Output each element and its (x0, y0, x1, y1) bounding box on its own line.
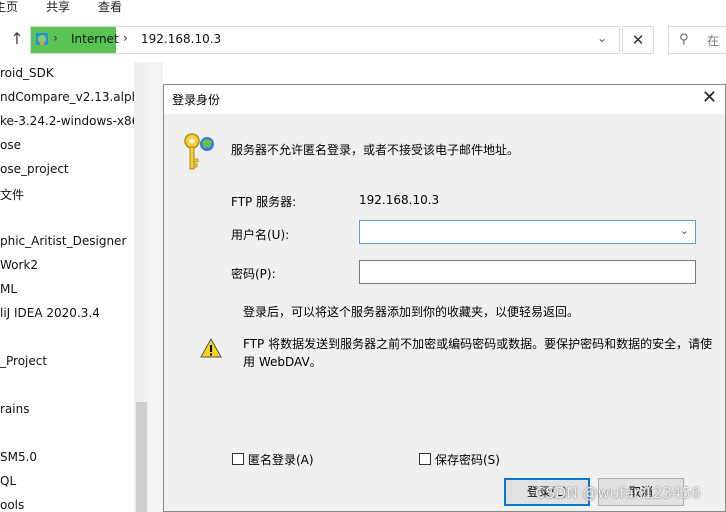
nav-item[interactable]: rains (0, 402, 29, 416)
content-background (149, 62, 163, 512)
anonymous-login-checkbox[interactable] (232, 453, 244, 465)
save-password-checkbox[interactable] (419, 453, 431, 465)
anonymous-login-label[interactable]: 匿名登录(A) (248, 451, 314, 468)
password-label: 密码(P): (231, 267, 276, 281)
breadcrumb-chevron-icon[interactable]: › (53, 31, 58, 45)
dialog-message: 服务器不允许匿名登录，或者不接受该电子邮件地址。 (231, 143, 520, 157)
nav-item[interactable]: ke-3.24.2-windows-x86 (0, 114, 134, 128)
nav-item[interactable]: roid_SDK (0, 66, 54, 80)
nav-item[interactable]: ools (0, 498, 24, 512)
nav-item[interactable]: ML (0, 282, 17, 296)
warning-text: FTP 将数据发送到服务器之前不加密或编码密码或数据。要保护密码和数据的安全，请… (243, 337, 713, 369)
tab-view[interactable]: 查看 (98, 0, 122, 15)
nav-item[interactable]: QL (0, 474, 16, 488)
tab-share[interactable]: 共享 (46, 0, 70, 15)
close-icon[interactable]: ✕ (702, 87, 717, 108)
dialog-titlebar[interactable]: 登录身份 ✕ (164, 85, 725, 114)
breadcrumb-chevron-icon[interactable]: › (123, 31, 128, 45)
warning-icon (200, 337, 222, 358)
ftp-server-value: 192.168.10.3 (359, 193, 440, 207)
chevron-down-icon[interactable]: ⌄ (680, 224, 689, 237)
network-globe-icon (36, 33, 48, 45)
clear-address-button[interactable]: ✕ (622, 26, 654, 54)
nav-scrollbar[interactable] (134, 62, 149, 512)
breadcrumb-ip[interactable]: 192.168.10.3 (141, 32, 221, 46)
address-row: ↑ › Internet › 192.168.10.3 ⌄ ✕ ⚲ 在 (0, 20, 726, 62)
watermark-text: CSDN @wufan123456 (535, 484, 701, 502)
username-combobox[interactable]: ⌄ (359, 220, 696, 244)
chevron-down-icon[interactable]: ⌄ (597, 31, 607, 45)
nav-item[interactable]: liJ IDEA 2020.3.4 (0, 306, 100, 320)
nav-item[interactable]: _Project (0, 354, 47, 368)
breadcrumb-internet[interactable]: Internet (71, 32, 119, 46)
up-arrow-icon[interactable]: ↑ (8, 28, 26, 50)
nav-item[interactable]: 文件 (0, 186, 24, 203)
search-placeholder: 在 (707, 34, 720, 48)
nav-item[interactable]: phic_Aritist_Designer (0, 234, 126, 248)
nav-item[interactable]: ose_project (0, 162, 69, 176)
dialog-title: 登录身份 (172, 93, 221, 107)
scrollbar-thumb[interactable] (136, 402, 147, 512)
nav-item[interactable]: SM5.0 (0, 450, 37, 464)
nav-item[interactable]: ndCompare_v2.13.alpha (0, 90, 134, 104)
search-icon: ⚲ (679, 32, 689, 47)
search-input[interactable]: ⚲ 在 (668, 26, 726, 54)
info-text: 登录后，可以将这个服务器添加到你的收藏夹，以便轻易返回。 (243, 305, 580, 319)
username-label: 用户名(U): (231, 228, 290, 242)
ftp-server-label: FTP 服务器: (231, 195, 297, 209)
save-password-label[interactable]: 保存密码(S) (435, 451, 500, 468)
password-field[interactable] (359, 260, 696, 284)
address-bar[interactable]: › Internet › 192.168.10.3 ⌄ (30, 26, 620, 54)
ribbon-tabs: 主页 共享 查看 (0, 0, 726, 20)
navigation-pane: roid_SDK ndCompare_v2.13.alpha ke-3.24.2… (0, 62, 134, 512)
key-icon (184, 133, 214, 170)
nav-item[interactable]: Work2 (0, 258, 38, 272)
nav-item[interactable]: ose (0, 138, 21, 152)
address-highlight: › Internet (31, 27, 119, 53)
tab-home[interactable]: 主页 (0, 0, 18, 15)
login-dialog: 登录身份 ✕ 服务器不允许匿名登录，或者不接受该电子邮件地址。 FTP 服务器:… (163, 84, 726, 512)
